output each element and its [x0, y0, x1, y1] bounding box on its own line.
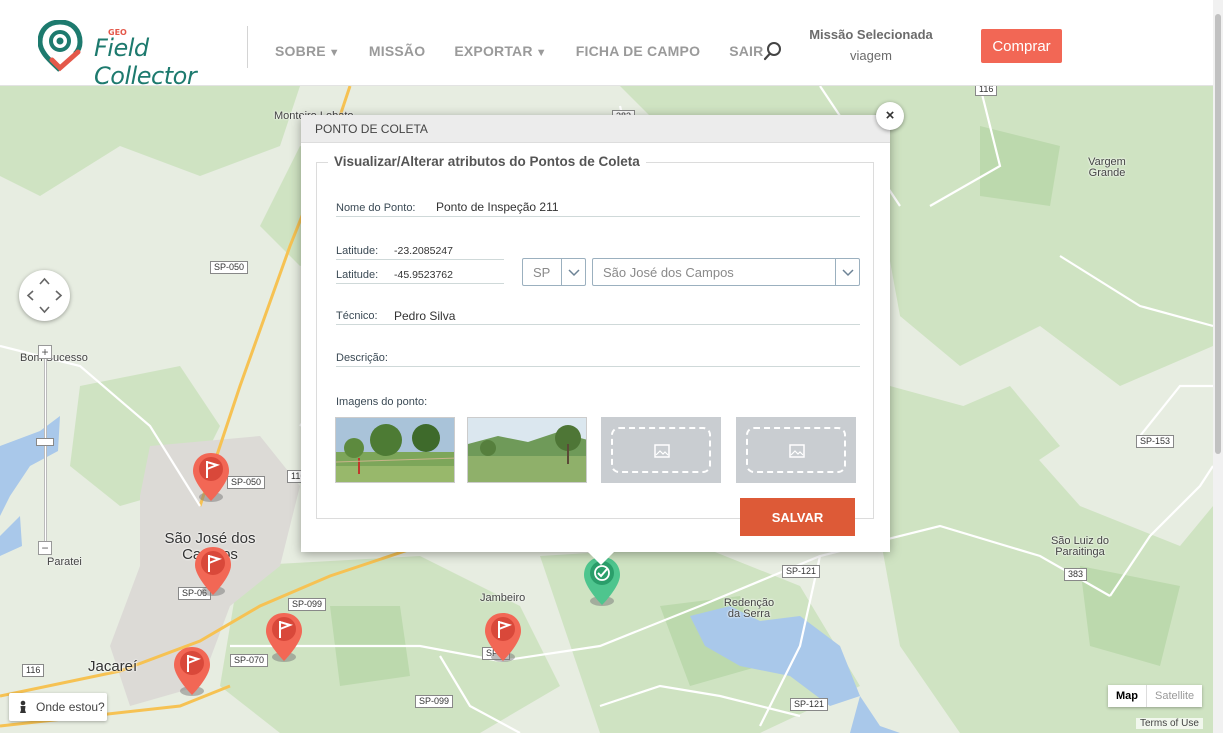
point-image-thumbnail[interactable]	[467, 417, 587, 483]
tecnico-label: Técnico:	[336, 310, 378, 322]
road-shield: SP-070	[230, 654, 269, 667]
scrollbar-thumb[interactable]	[1215, 14, 1221, 454]
logo-text: Field Collector	[94, 34, 197, 90]
collection-point-marker[interactable]	[193, 545, 233, 601]
empty-image-slot[interactable]	[736, 417, 856, 483]
person-icon	[20, 700, 26, 713]
nav-exportar-label: EXPORTAR	[454, 43, 533, 59]
place-jambeiro: Jambeiro	[480, 592, 526, 604]
nome-label: Nome do Ponto:	[336, 202, 416, 214]
road-shield: SP-050	[210, 261, 249, 274]
descricao-field[interactable]	[336, 366, 860, 367]
empty-image-slot[interactable]	[601, 417, 721, 483]
road-shield: 383	[1064, 568, 1088, 581]
state-select[interactable]: SP	[522, 258, 586, 286]
road-shield: SP-099	[415, 695, 454, 708]
place-bom-sucesso: Bom Sucesso	[20, 352, 88, 364]
landscape-photo	[468, 418, 586, 482]
latitude-underline	[336, 259, 504, 260]
app-logo[interactable]: GEO Field Collector	[38, 20, 238, 90]
place-sao-luiz-do-paraitinga: São Luiz do Paraitinga	[1050, 535, 1110, 558]
nome-field[interactable]: Ponto de Inspeção 211	[436, 200, 559, 214]
road-shield: 116	[22, 664, 45, 677]
road-shield: SP-121	[782, 565, 821, 578]
place-vargem-grande: Vargem Grande	[1088, 156, 1126, 179]
descricao-label: Descrição:	[336, 352, 388, 364]
nav-sobre[interactable]: SOBRE ▼	[275, 43, 340, 59]
buy-button[interactable]: Comprar	[981, 29, 1062, 63]
chevron-down-icon: ▼	[535, 47, 547, 59]
nav-missao[interactable]: MISSÃO	[369, 43, 425, 59]
map-type-satellite[interactable]: Satellite	[1146, 685, 1203, 707]
collection-point-dialog: PONTO DE COLETA × Visualizar/Alterar atr…	[301, 102, 904, 565]
longitude-label: Latitude:	[336, 269, 379, 281]
zoom-in-button[interactable]: +	[38, 345, 52, 359]
city-value: São José dos Campos	[603, 265, 734, 280]
mission-title: Missão Selecionada	[809, 27, 933, 42]
state-value: SP	[533, 265, 551, 280]
top-header: GEO Field Collector SOBRE ▼ MISSÃO EXPORT…	[0, 0, 1213, 90]
terms-of-use-link[interactable]: Terms of Use	[1136, 718, 1203, 729]
where-am-i-button[interactable]: Onde estou?	[9, 693, 107, 721]
longitude-field[interactable]: -45.9523762	[394, 269, 453, 281]
popup-pointer	[587, 551, 615, 565]
road-shield: 116	[975, 86, 998, 96]
collection-point-marker[interactable]	[483, 611, 523, 667]
chevron-down-icon	[835, 259, 859, 285]
zoom-out-button[interactable]: −	[38, 541, 52, 555]
nav-sair-label: SAIR	[729, 43, 764, 59]
chevron-down-icon: ▼	[328, 47, 340, 59]
dialog-title: PONTO DE COLETA	[301, 115, 890, 143]
close-button[interactable]: ×	[876, 102, 904, 130]
landscape-photo	[336, 418, 454, 482]
map-type-map[interactable]: Map	[1108, 685, 1146, 707]
road-shield: SP-153	[1136, 435, 1175, 448]
where-am-i-label: Onde estou?	[36, 700, 105, 714]
mission-value: viagem	[850, 48, 892, 63]
save-button[interactable]: SALVAR	[740, 498, 855, 536]
place-redencao-da-serra: Redenção da Serra	[723, 597, 775, 620]
page-scrollbar[interactable]	[1213, 0, 1223, 733]
place-paratei: Paratei	[47, 556, 82, 568]
city-select[interactable]: São José dos Campos	[592, 258, 860, 286]
map-pan-control[interactable]	[19, 270, 70, 321]
nav-sobre-label: SOBRE	[275, 43, 326, 59]
road-shield: SP-121	[790, 698, 829, 711]
selected-mission: Missão Selecionada viagem	[796, 27, 946, 63]
pan-arrows-icon	[26, 277, 63, 314]
nav-ficha-label: FICHA DE CAMPO	[575, 43, 701, 59]
nav-ficha-de-campo[interactable]: FICHA DE CAMPO	[576, 43, 700, 59]
logo-pin-icon	[38, 20, 83, 72]
image-placeholder-icon	[654, 444, 670, 458]
imagens-label: Imagens do ponto:	[336, 396, 428, 408]
main-nav: SOBRE ▼ MISSÃO EXPORTAR ▼ FICHA DE CAMPO S…	[275, 43, 792, 59]
header-divider	[247, 26, 248, 68]
search-button[interactable]	[763, 41, 783, 61]
latitude-label: Latitude:	[336, 245, 379, 257]
latitude-field[interactable]: -23.2085247	[394, 245, 453, 257]
collection-point-marker[interactable]	[264, 611, 304, 667]
zoom-slider-track[interactable]	[44, 352, 47, 548]
search-icon	[763, 42, 781, 61]
fieldset-legend: Visualizar/Alterar atributos do Pontos d…	[328, 154, 646, 169]
road-shield: SP-099	[288, 598, 327, 611]
nome-underline	[336, 216, 860, 217]
collection-point-marker[interactable]	[172, 645, 212, 701]
collection-point-marker[interactable]	[191, 451, 231, 507]
zoom-slider-handle[interactable]	[36, 438, 54, 446]
image-placeholder-icon	[789, 444, 805, 458]
chevron-down-icon	[561, 259, 585, 285]
longitude-underline	[336, 283, 504, 284]
nav-missao-label: MISSÃO	[368, 43, 426, 59]
map-type-control: Map Satellite	[1108, 685, 1203, 707]
nav-sair[interactable]: SAIR	[729, 43, 763, 59]
road-shield: SP-050	[227, 476, 266, 489]
tecnico-underline	[336, 324, 860, 325]
point-image-thumbnail[interactable]	[335, 417, 455, 483]
nav-exportar[interactable]: EXPORTAR ▼	[454, 43, 546, 59]
tecnico-field[interactable]: Pedro Silva	[394, 309, 455, 323]
place-jacarei: Jacareí	[88, 658, 138, 675]
